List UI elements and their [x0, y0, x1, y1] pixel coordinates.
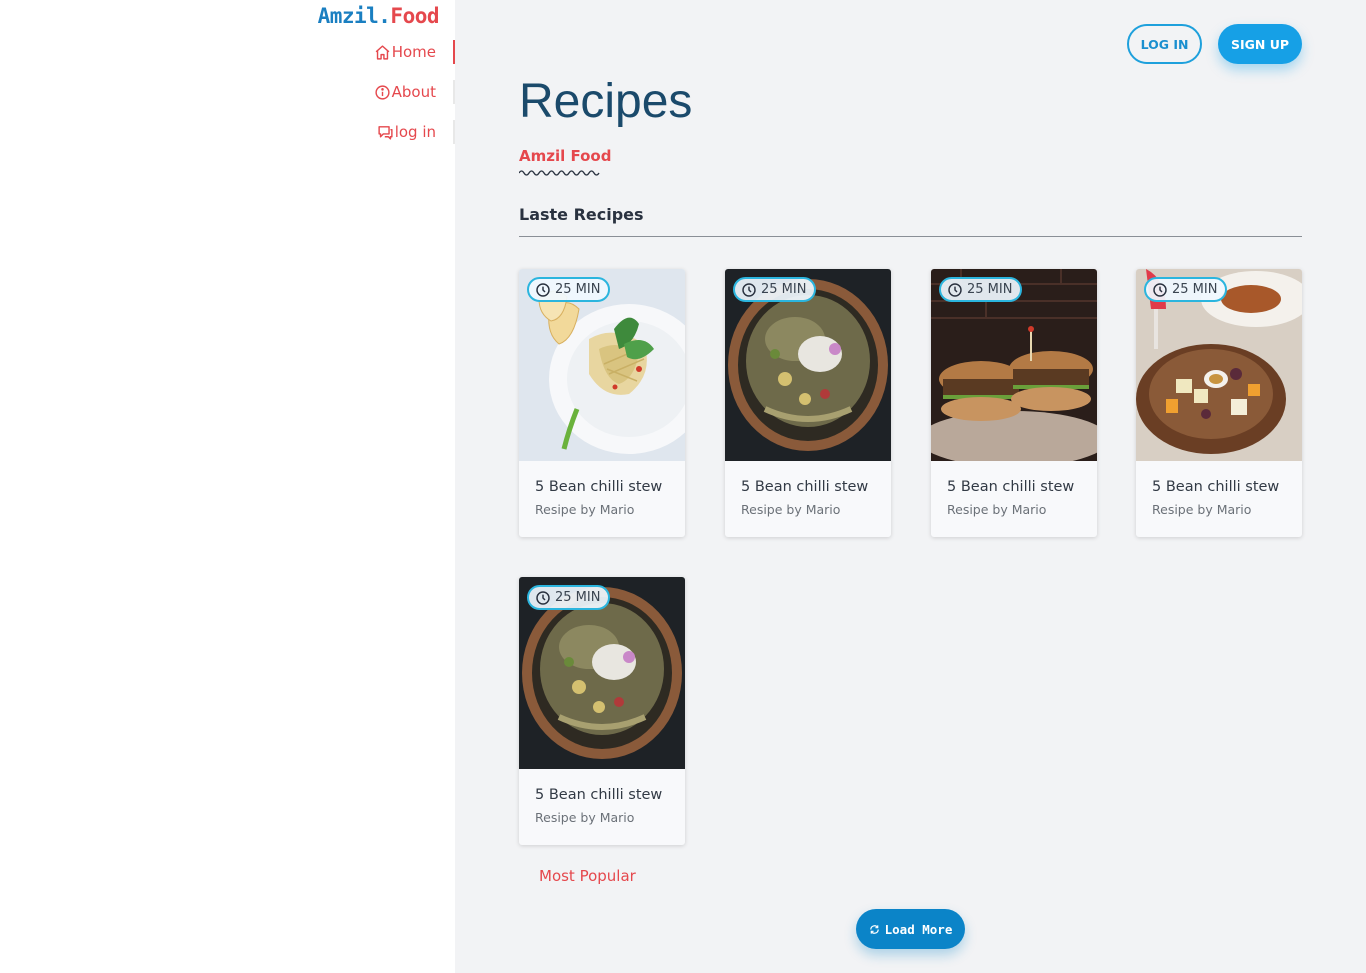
cook-time-label: 25 MIN: [967, 282, 1013, 297]
clock-icon: [536, 282, 550, 297]
signup-button[interactable]: SIGN UP: [1218, 24, 1302, 64]
most-popular-link[interactable]: Most Popular: [539, 867, 636, 885]
home-icon: [375, 44, 390, 60]
cook-time-badge: 25 MIN: [939, 277, 1023, 302]
sidebar-item-home[interactable]: Home: [155, 40, 455, 64]
cook-time-label: 25 MIN: [761, 282, 807, 297]
cook-time-badge: 25 MIN: [527, 585, 611, 610]
recipe-title: 5 Bean chilli stew: [947, 479, 1075, 495]
page-subtitle: Amzil Food: [519, 147, 612, 165]
brand-logo[interactable]: Amzil.Food: [317, 4, 440, 28]
cook-time-badge: 25 MIN: [733, 277, 817, 302]
section-title: Laste Recipes: [519, 205, 644, 224]
recipe-card[interactable]: 25 MIN 5 Bean chilli stew Resipe by Mari…: [519, 269, 685, 537]
squiggle-underline-icon: [519, 170, 600, 176]
recipe-author: Resipe by Mario: [535, 810, 635, 825]
sidebar: Amzil.Food Home About log in: [0, 0, 455, 973]
recipe-title: 5 Bean chilli stew: [535, 787, 663, 803]
clock-icon: [948, 282, 962, 297]
recipe-title: 5 Bean chilli stew: [741, 479, 869, 495]
recipe-card[interactable]: 25 MIN 5 Bean chilli stew Resipe by Mari…: [519, 577, 685, 845]
clock-icon: [536, 590, 550, 605]
main-content: LOG IN SIGN UP Recipes Amzil Food Laste …: [455, 0, 1366, 973]
refresh-icon: [869, 924, 879, 934]
cook-time-label: 25 MIN: [555, 590, 601, 605]
section-divider: [519, 236, 1302, 237]
recipe-author: Resipe by Mario: [741, 502, 841, 517]
clock-icon: [742, 282, 756, 297]
recipe-author: Resipe by Mario: [947, 502, 1047, 517]
info-icon: [375, 84, 390, 100]
recipe-card[interactable]: 25 MIN 5 Bean chilli stew Resipe by Mari…: [1136, 269, 1302, 537]
sidebar-nav: Home About log in: [155, 40, 455, 160]
brand-part-1: Amzil.: [317, 4, 391, 28]
sidebar-item-label: log in: [394, 123, 436, 141]
sidebar-item-about[interactable]: About: [155, 80, 455, 104]
chat-icon: [378, 125, 393, 140]
sidebar-item-login[interactable]: log in: [155, 120, 455, 144]
load-more-label: Load More: [884, 921, 953, 937]
recipe-title: 5 Bean chilli stew: [535, 479, 663, 495]
cook-time-badge: 25 MIN: [527, 277, 611, 302]
brand-part-2: Food: [390, 4, 439, 28]
sidebar-item-label: About: [391, 83, 436, 101]
load-more-button[interactable]: Load More: [856, 909, 965, 949]
login-button[interactable]: LOG IN: [1127, 24, 1202, 64]
recipe-author: Resipe by Mario: [535, 502, 635, 517]
recipe-card[interactable]: 25 MIN 5 Bean chilli stew Resipe by Mari…: [931, 269, 1097, 537]
cook-time-label: 25 MIN: [555, 282, 601, 297]
cook-time-badge: 25 MIN: [1144, 277, 1228, 302]
page-title: Recipes: [519, 75, 693, 128]
sidebar-item-label: Home: [391, 43, 436, 61]
recipe-author: Resipe by Mario: [1152, 502, 1252, 517]
recipe-card[interactable]: 25 MIN 5 Bean chilli stew Resipe by Mari…: [725, 269, 891, 537]
recipe-title: 5 Bean chilli stew: [1152, 479, 1280, 495]
clock-icon: [1153, 282, 1167, 297]
cook-time-label: 25 MIN: [1172, 282, 1218, 297]
